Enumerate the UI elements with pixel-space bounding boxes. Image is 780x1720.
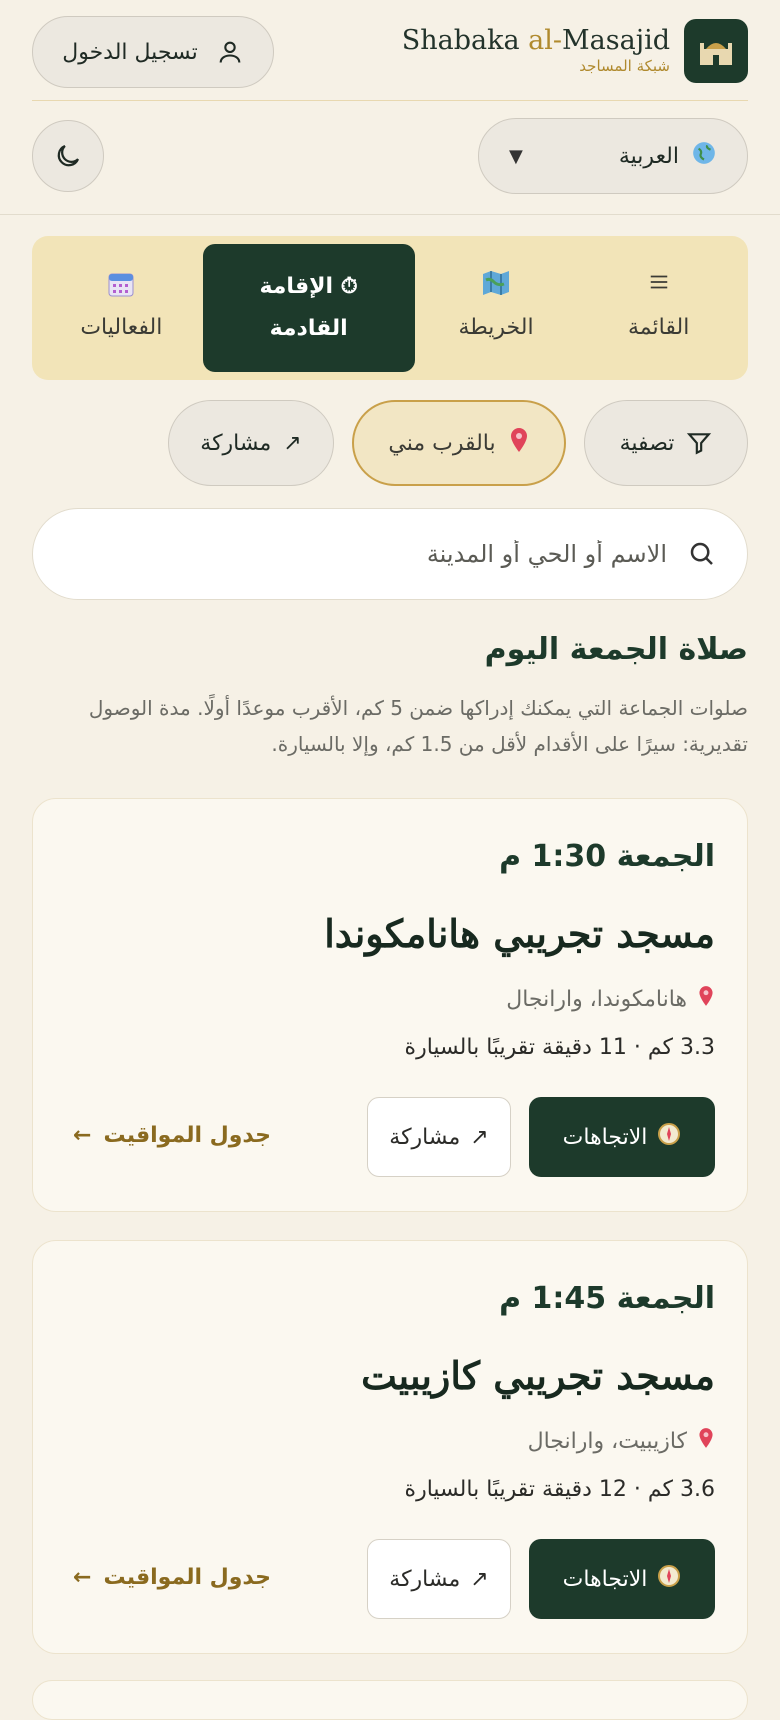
share-arrow-icon: ↗ bbox=[283, 430, 302, 456]
mosque-card: الجمعة 1:30 م مسجد تجريبي هانامكوندا هان… bbox=[32, 798, 748, 1212]
mosque-location: هانامكوندا، وارانجال bbox=[506, 985, 715, 1013]
compass-icon bbox=[657, 1122, 681, 1152]
share-label: مشاركة bbox=[200, 430, 272, 456]
directions-button[interactable]: الاتجاهات bbox=[529, 1539, 715, 1619]
caret-down-icon: ▼ bbox=[509, 145, 523, 167]
view-tabs: القائمة الخريطة ⏱ الإقامة القادمة الفعال… bbox=[32, 236, 748, 380]
calendar-icon bbox=[107, 270, 135, 304]
login-label: تسجيل الدخول bbox=[62, 39, 198, 65]
search-icon bbox=[690, 542, 713, 565]
near-me-button[interactable]: بالقرب مني bbox=[352, 400, 566, 486]
tab-next-iqama[interactable]: ⏱ الإقامة القادمة bbox=[202, 244, 415, 372]
prayer-time: الجمعة 1:45 م bbox=[499, 1281, 715, 1316]
map-icon bbox=[482, 270, 510, 304]
search-input[interactable] bbox=[63, 539, 669, 569]
mosque-card: الجمعة 1:45 م مسجد تجريبي كازيبيت كازيبي… bbox=[32, 1240, 748, 1654]
mosque-distance: 3.3 كم · 11 دقيقة تقريبًا بالسيارة bbox=[404, 1035, 715, 1060]
arrow-left-icon: ← bbox=[73, 1123, 92, 1148]
brand-name: Shabaka al-Masajid bbox=[401, 25, 670, 56]
mosque-location: كازيبيت، وارانجال bbox=[528, 1427, 715, 1455]
card-share-button[interactable]: ↗ مشاركة bbox=[367, 1097, 511, 1177]
search-box[interactable] bbox=[32, 508, 748, 600]
prayer-time: الجمعة 1:30 م bbox=[499, 839, 715, 874]
mosque-card bbox=[32, 1680, 748, 1720]
filter-icon bbox=[687, 433, 712, 455]
filter-label: تصفية bbox=[619, 430, 675, 456]
globe-icon bbox=[691, 140, 717, 172]
pin-icon bbox=[697, 1427, 715, 1455]
schedule-link[interactable]: جدول المواقيت ← bbox=[73, 1565, 271, 1590]
directions-button[interactable]: الاتجاهات bbox=[529, 1097, 715, 1177]
tab-list[interactable]: القائمة bbox=[577, 244, 740, 372]
user-icon bbox=[219, 41, 241, 63]
share-button[interactable]: ↗ مشاركة bbox=[168, 400, 334, 486]
toolbar-divider bbox=[0, 214, 780, 215]
mosque-logo-icon bbox=[684, 19, 748, 83]
compass-icon bbox=[657, 1564, 681, 1594]
tab-label-line1: ⏱ الإقامة bbox=[259, 274, 358, 299]
tab-label: الفعاليات bbox=[80, 315, 163, 340]
section-description: صلوات الجماعة التي يمكنك إدراكها ضمن 5 ك… bbox=[88, 696, 748, 756]
header-divider bbox=[32, 100, 748, 101]
filter-button[interactable]: تصفية bbox=[584, 400, 748, 486]
mosque-name[interactable]: مسجد تجريبي هانامكوندا bbox=[324, 911, 715, 956]
login-button[interactable]: تسجيل الدخول bbox=[32, 16, 274, 88]
mosque-name[interactable]: مسجد تجريبي كازيبيت bbox=[361, 1353, 715, 1398]
schedule-link[interactable]: جدول المواقيت ← bbox=[73, 1123, 271, 1148]
tab-events[interactable]: الفعاليات bbox=[40, 244, 203, 372]
list-icon bbox=[648, 270, 670, 304]
brand-subtitle: شبكة المساجد bbox=[579, 57, 670, 75]
tab-label: القائمة bbox=[628, 315, 690, 340]
tab-map[interactable]: الخريطة bbox=[415, 244, 578, 372]
mosque-distance: 3.6 كم · 12 دقيقة تقريبًا بالسيارة bbox=[404, 1477, 715, 1502]
tab-label: الخريطة bbox=[458, 315, 534, 340]
language-select[interactable]: العربية ▼ bbox=[478, 118, 748, 194]
pin-icon bbox=[697, 985, 715, 1013]
moon-icon bbox=[57, 144, 80, 167]
share-arrow-icon: ↗ bbox=[470, 1566, 489, 1592]
card-share-button[interactable]: ↗ مشاركة bbox=[367, 1539, 511, 1619]
dark-mode-toggle[interactable] bbox=[32, 120, 104, 192]
tab-label-line2: القادمة bbox=[269, 316, 348, 341]
share-arrow-icon: ↗ bbox=[470, 1124, 489, 1150]
near-me-label: بالقرب مني bbox=[388, 430, 496, 456]
pin-icon bbox=[508, 427, 530, 459]
section-title: صلاة الجمعة اليوم bbox=[484, 632, 748, 667]
arrow-left-icon: ← bbox=[73, 1565, 92, 1590]
brand[interactable]: Shabaka al-Masajid شبكة المساجد bbox=[402, 18, 748, 84]
language-value: العربية bbox=[618, 143, 679, 169]
